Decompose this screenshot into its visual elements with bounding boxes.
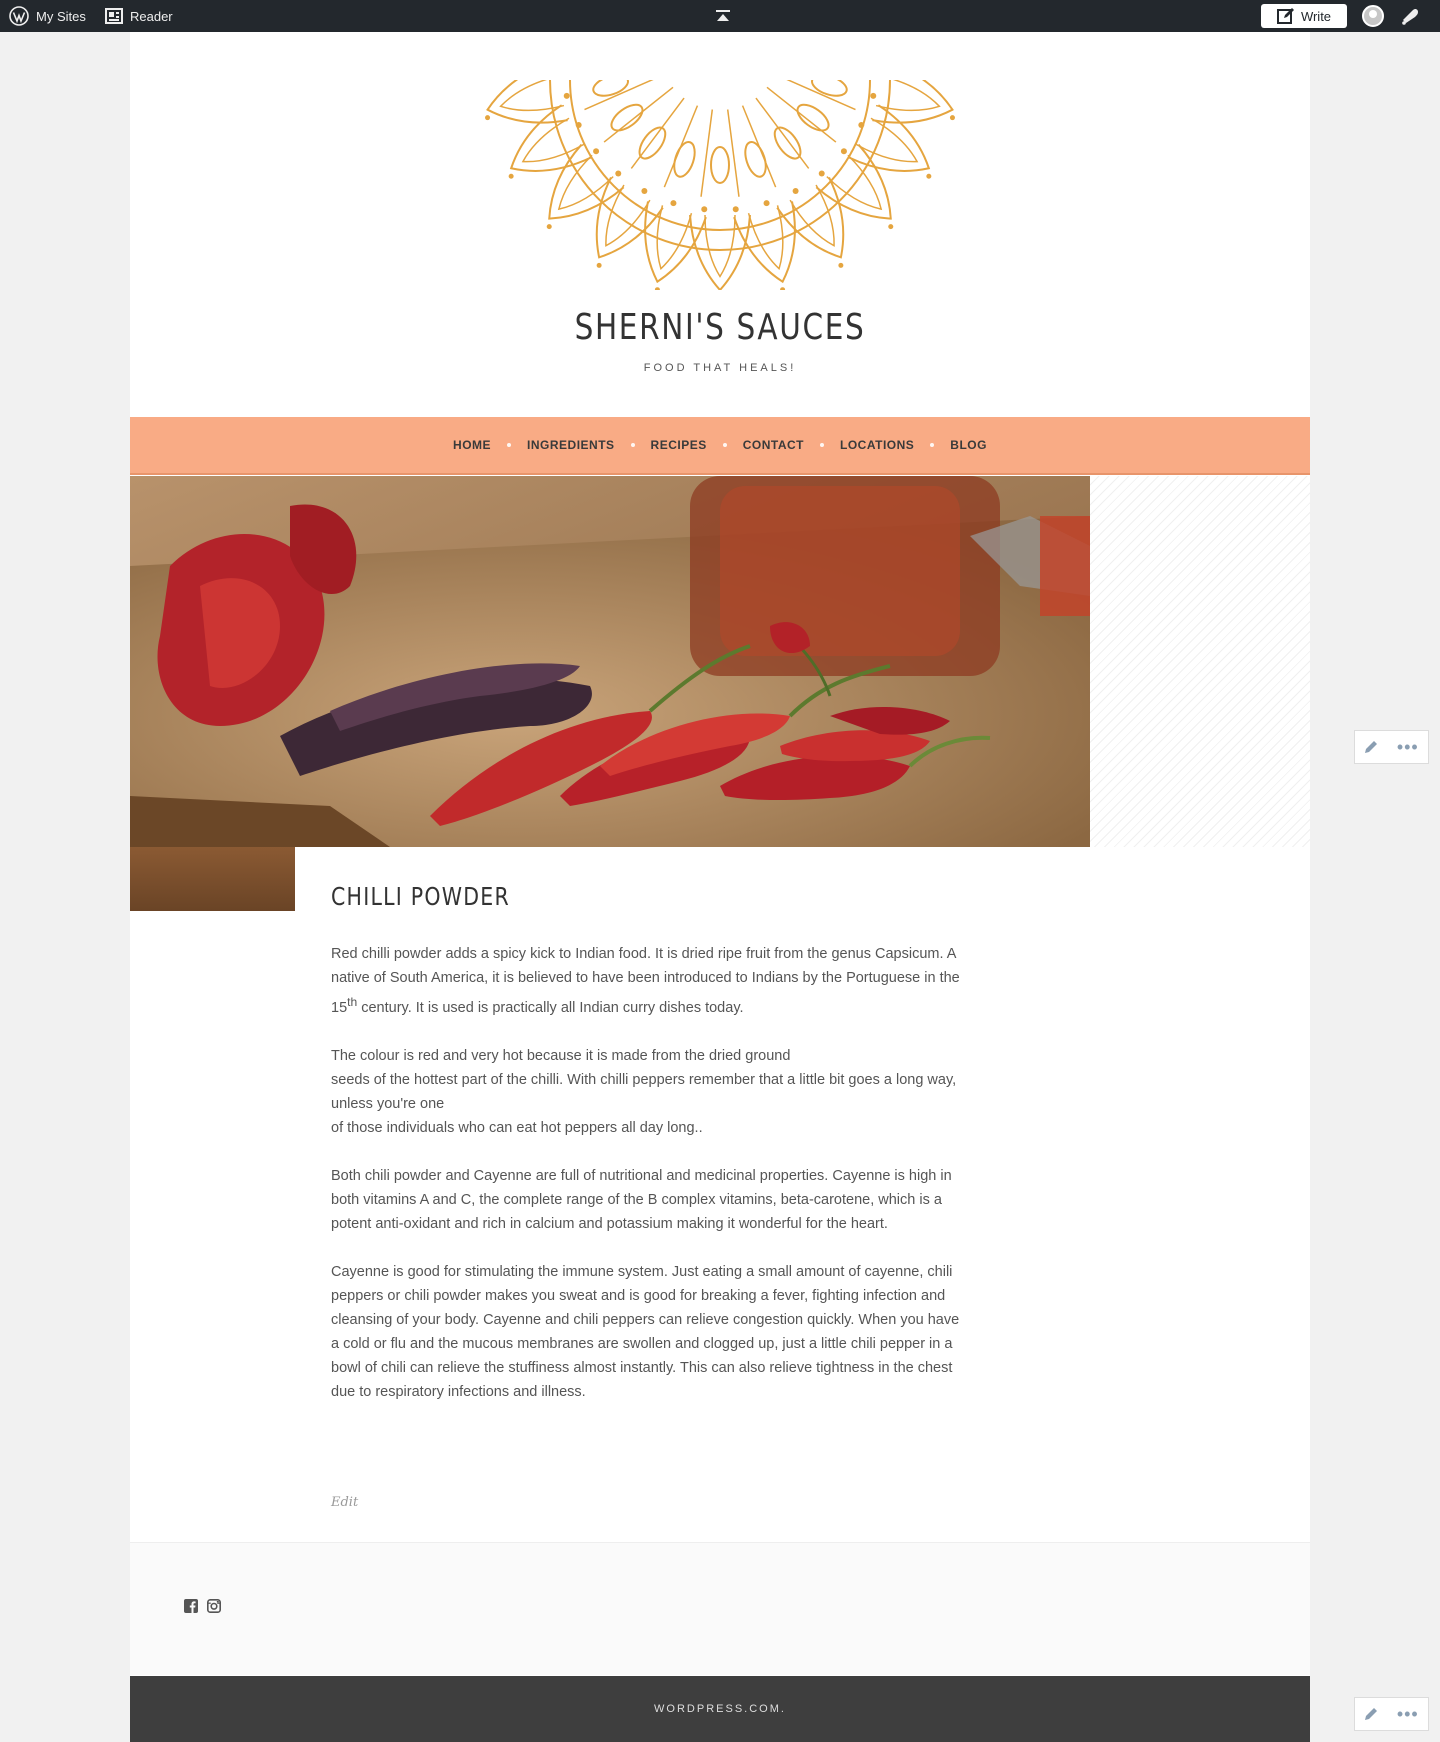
write-label: Write bbox=[1300, 8, 1332, 24]
post-paragraph-text: century. It is used is practically all I… bbox=[357, 999, 744, 1016]
nav-separator bbox=[930, 443, 935, 447]
notifications-icon bbox=[1402, 8, 1418, 25]
reader-menu[interactable]: Reader bbox=[105, 0, 173, 32]
pencil-icon[interactable] bbox=[1364, 740, 1378, 754]
nav-locations[interactable]: LOCATIONS bbox=[840, 438, 914, 452]
instagram-icon[interactable] bbox=[207, 1599, 221, 1613]
block-toolbar: ••• bbox=[1354, 730, 1429, 764]
post-paragraph: Red chilli powder adds a spicy kick to I… bbox=[331, 942, 971, 1020]
nav-recipes[interactable]: RECIPES bbox=[651, 438, 707, 452]
nav-home[interactable]: HOME bbox=[453, 438, 491, 452]
write-icon bbox=[1276, 8, 1294, 24]
post-paragraph: Cayenne is good for stimulating the immu… bbox=[331, 1263, 960, 1400]
post-content: Red chilli powder adds a spicy kick to I… bbox=[331, 942, 971, 1428]
my-sites-menu[interactable]: My Sites bbox=[9, 0, 86, 32]
nav-blog[interactable]: BLOG bbox=[950, 438, 987, 452]
avatar[interactable] bbox=[1362, 5, 1384, 27]
more-icon[interactable]: ••• bbox=[1397, 738, 1419, 756]
post-paragraph: Both chili powder and Cayenne are full o… bbox=[331, 1167, 952, 1232]
collapse-icon bbox=[716, 10, 730, 21]
my-sites-label: My Sites bbox=[36, 8, 86, 24]
admin-bar: My Sites Reader Write bbox=[0, 0, 1440, 32]
site-footer: WORDPRESS.COM. bbox=[130, 1676, 1310, 1742]
nav-ingredients[interactable]: INGREDIENTS bbox=[527, 438, 615, 452]
pencil-icon[interactable] bbox=[1364, 1707, 1378, 1721]
nav-contact[interactable]: CONTACT bbox=[743, 438, 804, 452]
notifications-button[interactable] bbox=[1400, 7, 1420, 28]
wordpress-icon bbox=[9, 6, 29, 26]
facebook-icon[interactable] bbox=[184, 1599, 198, 1613]
featured-image-strip bbox=[130, 847, 295, 911]
more-icon[interactable]: ••• bbox=[1397, 1705, 1419, 1723]
post-title: CHILLI POWDER bbox=[331, 882, 510, 911]
page-container: SHERNI'S SAUCES FOOD THAT HEALS! HOME IN… bbox=[130, 32, 1310, 1742]
site-tagline: FOOD THAT HEALS! bbox=[643, 362, 797, 374]
edit-link[interactable]: Edit bbox=[331, 1495, 358, 1510]
post-paragraph-line: of those individuals who can eat hot pep… bbox=[331, 1119, 703, 1136]
site-title[interactable]: SHERNI'S SAUCES bbox=[236, 307, 1204, 348]
post-paragraph-line: seeds of the hottest part of the chilli.… bbox=[331, 1071, 957, 1112]
post-paragraph: The colour is red and very hot because i… bbox=[331, 1044, 971, 1140]
nav-separator bbox=[507, 443, 512, 447]
footer-credit-link[interactable]: WORDPRESS.COM. bbox=[654, 1703, 786, 1715]
write-button[interactable]: Write bbox=[1261, 4, 1347, 28]
nav-separator bbox=[630, 443, 635, 447]
main-navigation: HOME INGREDIENTS RECIPES CONTACT LOCATIO… bbox=[130, 417, 1310, 475]
collapse-toggle[interactable] bbox=[716, 0, 730, 32]
reader-label: Reader bbox=[130, 8, 173, 24]
footer-widgets bbox=[130, 1542, 1310, 1675]
site-logo[interactable] bbox=[402, 58, 1038, 301]
superscript: th bbox=[347, 995, 358, 1009]
reader-icon bbox=[105, 8, 123, 24]
nav-separator bbox=[722, 443, 727, 447]
featured-image bbox=[130, 476, 1090, 847]
post-paragraph-line: The colour is red and very hot because i… bbox=[331, 1047, 791, 1064]
nav-separator bbox=[820, 443, 825, 447]
hero-pattern bbox=[1090, 476, 1310, 847]
block-toolbar: ••• bbox=[1354, 1697, 1429, 1731]
social-links bbox=[184, 1599, 221, 1613]
